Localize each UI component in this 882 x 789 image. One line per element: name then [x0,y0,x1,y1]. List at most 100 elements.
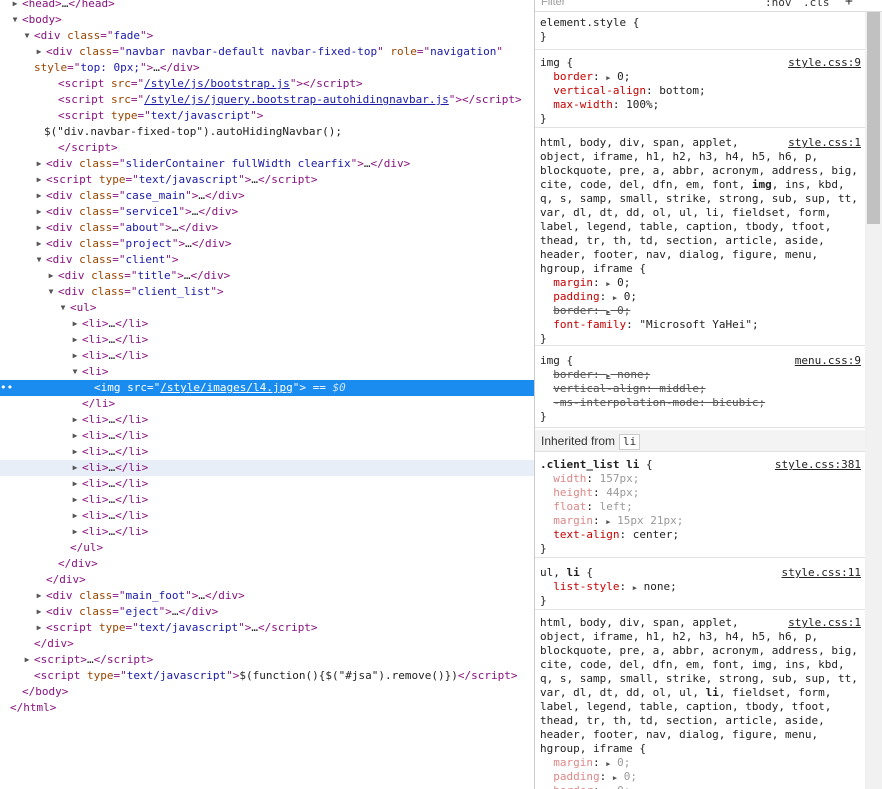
expand-triangle-icon[interactable]: ▶ [34,156,44,172]
dom-node[interactable]: ▶ <script type="text/javascript">…</scrip… [0,620,534,636]
dom-node[interactable]: ▶ <div class="sliderContainer fullWidth c… [0,156,534,172]
selection-dots-icon[interactable]: •• [0,380,13,396]
expand-triangle-icon[interactable]: ▶ [70,316,80,332]
expand-triangle-icon[interactable]: ▶ [70,524,80,540]
css-rule-line: border: ▶ none; [553,368,651,381]
expand-triangle-icon[interactable]: ▶ [34,620,44,636]
expand-triangle-icon[interactable]: ▶ [70,444,80,460]
collapse-triangle-icon[interactable]: ▼ [70,364,80,380]
dom-node[interactable]: ▼ <div class="client_list"> [0,284,534,300]
css-rule-line: hgroup, iframe { [540,262,646,275]
dom-node[interactable]: ▶ <li>…</li> [0,508,534,524]
collapse-triangle-icon[interactable]: ▼ [46,284,56,300]
dom-node[interactable]: </div> [0,572,534,588]
dom-node[interactable]: ▶ <script type="text/javascript">…</scrip… [0,172,534,188]
dom-node[interactable]: $("div.navbar-fixed-top").autoHidingNavb… [0,124,534,140]
dom-node[interactable]: </body> [0,684,534,700]
collapse-triangle-icon[interactable]: ▼ [58,300,68,316]
dom-node[interactable]: <script src="/style/js/bootstrap.js"></s… [0,76,534,92]
dom-node[interactable]: ▶ <li>…</li> [0,348,534,364]
dom-node[interactable]: ▶ <div class="navbar navbar-default navba… [0,44,534,60]
expand-triangle-icon[interactable]: ▶ [70,332,80,348]
dom-node[interactable]: <script type="text/javascript">$(functio… [0,668,534,684]
dom-node[interactable]: ▶ <div class="about">…</div> [0,220,534,236]
dom-node[interactable]: ▶ <div class="case_main">…</div> [0,188,534,204]
dom-node[interactable]: </div> [0,556,534,572]
expand-triangle-icon[interactable]: ▶ [34,44,44,60]
dom-node[interactable]: </li> [0,396,534,412]
expand-triangle-icon[interactable]: ▶ [34,588,44,604]
dom-node[interactable]: ▼ <li> [0,364,534,380]
expand-triangle-icon[interactable]: ▶ [34,220,44,236]
css-rule-block[interactable]: .client_list li { width: 157px; height: … [535,454,865,558]
dom-node[interactable]: style="top: 0px;">…</div> [0,60,534,76]
dom-node[interactable]: ▼ <div class="fade"> [0,28,534,44]
collapse-triangle-icon[interactable]: ▼ [22,28,32,44]
dom-node[interactable]: ▶ <li>…</li> [0,316,534,332]
dom-node[interactable]: ▶ <li>…</li> [0,428,534,444]
expand-triangle-icon[interactable]: ▶ [70,492,80,508]
dom-node[interactable]: ▶ <div class="service1">…</div> [0,204,534,220]
expand-triangle-icon[interactable]: ▶ [34,236,44,252]
dom-node-selected[interactable]: •• <img src="/style/images/l4.jpg"> == $0 [0,380,534,396]
dom-node[interactable]: ▼ <ul> [0,300,534,316]
dom-node[interactable]: ▶ <div class="eject">…</div> [0,604,534,620]
expand-triangle-icon[interactable]: ▶ [10,0,20,12]
dom-node[interactable]: ▶ <li>…</li> [0,460,534,476]
stylesheet-source-link[interactable]: style.css:1 [788,136,861,149]
css-rule-block[interactable]: html, body, div, span, applet, object, if… [535,612,865,789]
inherited-tag[interactable]: li [619,434,641,450]
collapse-triangle-icon[interactable]: ▼ [34,252,44,268]
dom-node[interactable]: </div> [0,636,534,652]
dom-node[interactable]: <script src="/style/js/jquery.bootstrap-… [0,92,534,108]
dom-node[interactable]: ▶ <li>…</li> [0,492,534,508]
stylesheet-source-link[interactable]: style.css:381 [775,458,861,471]
elements-panel[interactable]: ▶ <head>…</head> ▼ <body> ▼ <div class="fade"… [0,0,534,789]
dom-node[interactable]: ▶ <li>…</li> [0,332,534,348]
dom-node[interactable]: </script> [0,140,534,156]
dom-node[interactable]: <script type="text/javascript"> [0,108,534,124]
expand-triangle-icon[interactable]: ▶ [34,188,44,204]
dom-node[interactable]: ▼ <body> [0,12,534,28]
expand-triangle-icon[interactable]: ▶ [70,412,80,428]
styles-scrollbar-thumb[interactable] [867,12,880,224]
filter-input[interactable]: Filter [541,0,565,8]
styles-panel[interactable]: Filter :hov .cls + element.style {} img {… [535,0,882,789]
stylesheet-source-link[interactable]: style.css:11 [782,566,861,579]
dom-node[interactable]: ▶ <head>…</head> [0,0,534,12]
dom-node[interactable]: ▶ <li>…</li> [0,524,534,540]
stylesheet-source-link[interactable]: style.css:1 [788,616,861,629]
expand-triangle-icon[interactable]: ▶ [22,652,32,668]
expand-triangle-icon[interactable]: ▶ [34,204,44,220]
css-rule-block[interactable]: img { border: ▶ 0; vertical-align: botto… [535,52,865,128]
dom-node[interactable]: ▶ <div class="title">…</div> [0,268,534,284]
dom-node[interactable]: ▶ <li>…</li> [0,476,534,492]
dom-node[interactable]: ▶ <li>…</li> [0,412,534,428]
css-rule-block[interactable]: ul, li { list-style: ▶ none;} style.css:1… [535,562,865,610]
dom-node[interactable]: </ul> [0,540,534,556]
collapse-triangle-icon[interactable]: ▼ [10,12,20,28]
stylesheet-source-link[interactable]: style.css:9 [788,56,861,69]
dom-node[interactable]: ▶ <li>…</li> [0,444,534,460]
class-toggle[interactable]: .cls [803,0,830,9]
css-rule-line: width: 157px; [553,472,640,485]
new-rule-button[interactable]: + [845,0,853,9]
css-rule-block[interactable]: html, body, div, span, applet, object, if… [535,132,865,346]
dom-node[interactable]: ▼ <div class="client"> [0,252,534,268]
stylesheet-source-link[interactable]: menu.css:9 [795,354,861,367]
dom-node[interactable]: ▶ <div class="project">…</div> [0,236,534,252]
css-rule-block[interactable]: img { border: ▶ none; vertical-align: mi… [535,350,865,428]
expand-triangle-icon[interactable]: ▶ [70,428,80,444]
expand-triangle-icon[interactable]: ▶ [46,268,56,284]
dom-node[interactable]: ▶ <div class="main_foot">…</div> [0,588,534,604]
dom-node[interactable]: ▶ <script>…</script> [0,652,534,668]
css-rule-block[interactable]: element.style {} [535,12,865,50]
expand-triangle-icon[interactable]: ▶ [70,460,80,476]
expand-triangle-icon[interactable]: ▶ [70,348,80,364]
hover-state-toggle[interactable]: :hov [765,0,792,9]
dom-node[interactable]: </html> [0,700,534,716]
expand-triangle-icon[interactable]: ▶ [70,508,80,524]
expand-triangle-icon[interactable]: ▶ [70,476,80,492]
expand-triangle-icon[interactable]: ▶ [34,172,44,188]
expand-triangle-icon[interactable]: ▶ [34,604,44,620]
